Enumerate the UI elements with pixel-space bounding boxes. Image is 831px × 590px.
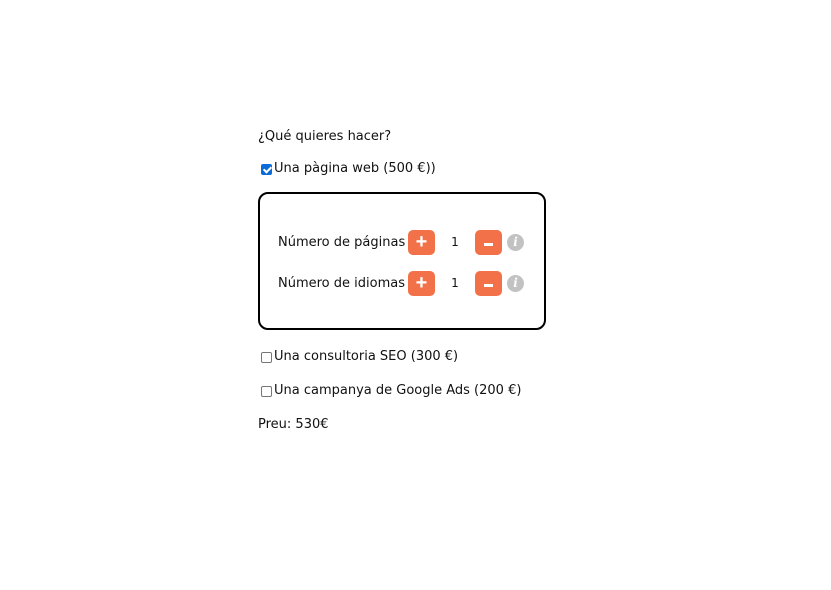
minus-icon [484,284,493,287]
seo-label: Una consultoria SEO (300 €) [274,349,459,364]
languages-label: Número de idiomas [278,275,405,291]
web-options-panel: Número de páginas + 1 i Número de idioma… [258,192,546,330]
languages-increment-button[interactable]: + [408,270,435,296]
google-ads-label: Una campanya de Google Ads (200 €) [274,383,522,398]
option-web-page[interactable]: Una pàgina web (500 €)) [258,160,558,178]
google-ads-checkbox[interactable] [261,385,272,397]
languages-info-icon[interactable]: i [507,274,524,292]
seo-checkbox[interactable] [261,351,272,363]
option-google-ads[interactable]: Una campanya de Google Ads (200 €) [258,382,558,400]
option-seo-consulting[interactable]: Una consultoria SEO (300 €) [258,348,558,366]
languages-count: 1 [451,276,459,290]
budget-form: ¿Qué quieres hacer? Una pàgina web (500 … [258,128,558,434]
web-page-label: Una pàgina web (500 €)) [274,161,436,176]
plus-icon: + [415,231,428,253]
info-glyph: i [513,235,518,249]
pages-count: 1 [451,235,459,249]
info-glyph: i [513,276,518,290]
languages-row: Número de idiomas + 1 i [278,270,524,296]
pages-row: Número de páginas + 1 i [278,229,524,255]
total-price: Preu: 530€ [258,417,329,432]
languages-decrement-button[interactable] [475,270,502,296]
pages-label: Número de páginas [278,234,406,250]
plus-icon: + [415,272,428,294]
web-page-checkbox[interactable] [261,163,272,175]
pages-info-icon[interactable]: i [507,233,524,251]
minus-icon [484,243,493,246]
pages-decrement-button[interactable] [475,229,502,255]
question-label: ¿Qué quieres hacer? [258,129,392,144]
pages-increment-button[interactable]: + [408,229,435,255]
